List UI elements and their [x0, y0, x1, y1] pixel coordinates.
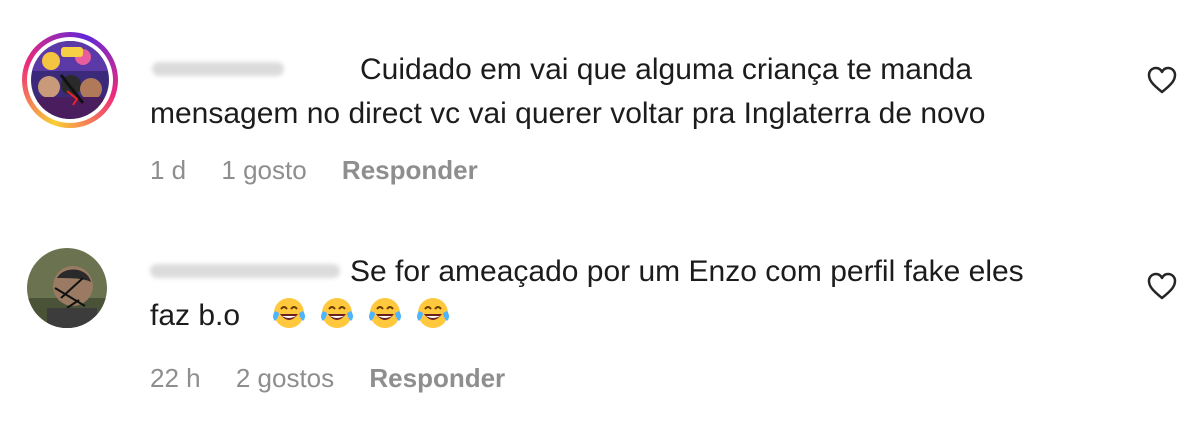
- comment-time[interactable]: 1 d: [150, 155, 186, 185]
- avatar[interactable]: [27, 248, 107, 328]
- face-with-tears-of-joy-icon: [272, 298, 305, 328]
- comment-text: Se for ameaçado por um Enzo com perfil f…: [150, 255, 1024, 332]
- avatar-image: [27, 248, 107, 328]
- heart-outline-icon[interactable]: [1146, 271, 1178, 301]
- face-with-tears-of-joy-icon: [368, 298, 401, 328]
- reply-button[interactable]: Responder: [342, 155, 478, 185]
- face-with-tears-of-joy-icon: [416, 298, 449, 328]
- comment-likes[interactable]: 2 gostos: [236, 363, 334, 393]
- avatar-image: [31, 41, 109, 119]
- comment-meta: 1 d 1 gosto Responder: [150, 155, 506, 186]
- comment-likes[interactable]: 1 gosto: [221, 155, 306, 185]
- reply-button[interactable]: Responder: [369, 363, 505, 393]
- comment-time[interactable]: 22 h: [150, 363, 201, 393]
- heart-outline-icon[interactable]: [1146, 65, 1178, 95]
- comment-meta: 22 h 2 gostos Responder: [150, 363, 533, 394]
- comment-text: Cuidado em vai que alguma criança te man…: [150, 53, 986, 130]
- face-with-tears-of-joy-icon: [320, 298, 353, 328]
- avatar[interactable]: [31, 41, 109, 119]
